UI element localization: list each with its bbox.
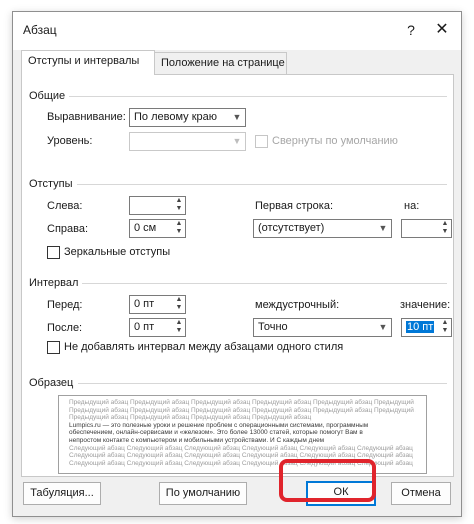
alignment-select[interactable]: По левому краю ▼ (129, 108, 246, 127)
space-after-label: После: (47, 322, 83, 334)
help-button[interactable]: ? (401, 20, 421, 40)
line-spacing-label: междустрочный: (255, 299, 340, 311)
group-title-indents: Отступы (29, 178, 77, 190)
group-title-preview: Образец (29, 377, 78, 389)
spin-arrows-icon[interactable]: ▲ ▼ (173, 220, 185, 237)
group-divider (66, 96, 447, 97)
dialog-title: Абзац (23, 23, 57, 37)
line-spacing-value: Точно (258, 321, 288, 333)
group-title-general: Общие (29, 90, 70, 102)
ok-highlight-frame (279, 459, 376, 502)
space-before-value: 0 пт (134, 298, 155, 310)
preview-sample-line: непростом контакте с компьютером и мобил… (69, 436, 325, 444)
right-indent-input[interactable]: 0 см ▲ ▼ (129, 219, 186, 238)
spacing-value-input[interactable]: 10 пт ▲ ▼ (401, 318, 452, 337)
cancel-button[interactable]: Отмена (391, 482, 451, 505)
first-line-value: (отсутствует) (258, 222, 325, 234)
right-indent-label: Справа: (47, 223, 89, 235)
alignment-label: Выравнивание: (47, 111, 126, 123)
on-label: на: (404, 200, 420, 212)
level-label: Уровень: (47, 135, 93, 147)
space-after-input[interactable]: 0 пт ▲ ▼ (129, 318, 186, 337)
paragraph-dialog: Абзац ? ✕ Отступы и интервалы Положение … (12, 11, 462, 517)
left-indent-input[interactable]: ▲ ▼ (129, 196, 186, 215)
tab-page-position[interactable]: Положение на странице (155, 52, 287, 75)
chevron-down-icon: ▼ (232, 136, 242, 146)
tab-indents-spacing[interactable]: Отступы и интервалы (21, 50, 155, 75)
chevron-down-icon: ▼ (378, 322, 388, 332)
left-indent-label: Слева: (47, 200, 83, 212)
set-default-button[interactable]: По умолчанию (159, 482, 247, 505)
spin-arrows-icon[interactable]: ▲ ▼ (173, 319, 185, 336)
first-line-select[interactable]: (отсутствует) ▼ (253, 219, 392, 238)
group-divider (74, 184, 447, 185)
group-divider (78, 283, 447, 284)
no-space-label: Не добавлять интервал между абзацами одн… (64, 341, 344, 353)
first-line-amount-input[interactable]: ▲ ▼ (401, 219, 452, 238)
preview-line: Предыдущий абзац Предыдущий абзац Предыд… (69, 399, 416, 406)
close-icon[interactable]: ✕ (431, 20, 453, 40)
space-before-label: Перед: (47, 299, 83, 311)
mirror-indents-checkbox[interactable] (47, 246, 60, 259)
collapsed-checkbox[interactable] (255, 135, 268, 148)
first-line-label: Первая строка: (255, 200, 333, 212)
alignment-value: По левому краю (134, 111, 217, 123)
tab-panel: Общие Выравнивание: По левому краю ▼ Уро… (21, 74, 454, 477)
spin-arrows-icon[interactable]: ▲ ▼ (439, 319, 451, 336)
spacing-value-label: значение: (400, 299, 451, 311)
chevron-down-icon: ▼ (232, 112, 242, 122)
title-bar: Абзац ? ✕ (13, 12, 461, 50)
level-select[interactable]: ▼ (129, 132, 246, 151)
preview-line: Предыдущий абзац Предыдущий абзац Предыд… (69, 406, 416, 414)
preview-sample-line: Lumpics.ru — это полезные уроки и решени… (69, 421, 369, 429)
group-title-spacing: Интервал (29, 277, 83, 289)
right-indent-value: 0 см (134, 222, 157, 234)
line-spacing-select[interactable]: Точно ▼ (253, 318, 392, 337)
group-divider (78, 383, 447, 384)
preview-sample-line: обеспечением, онлайн-сервисами и «железо… (69, 429, 363, 437)
no-space-checkbox[interactable] (47, 341, 60, 354)
spin-arrows-icon[interactable]: ▲ ▼ (439, 220, 451, 237)
space-before-input[interactable]: 0 пт ▲ ▼ (129, 295, 186, 314)
spin-arrows-icon[interactable]: ▲ ▼ (173, 296, 185, 313)
collapsed-label: Свернуты по умолчанию (272, 135, 398, 147)
preview-line: Предыдущий абзац Предыдущий абзац Предыд… (69, 414, 312, 422)
chevron-down-icon: ▼ (378, 223, 388, 233)
mirror-indents-label: Зеркальные отступы (64, 246, 171, 258)
preview-line: Следующий абзац Следующий абзац Следующи… (69, 444, 413, 452)
tabs-button[interactable]: Табуляция... (23, 482, 101, 505)
space-after-value: 0 пт (134, 321, 155, 333)
spacing-value-value: 10 пт (406, 321, 435, 333)
spin-arrows-icon[interactable]: ▲ ▼ (173, 197, 185, 214)
